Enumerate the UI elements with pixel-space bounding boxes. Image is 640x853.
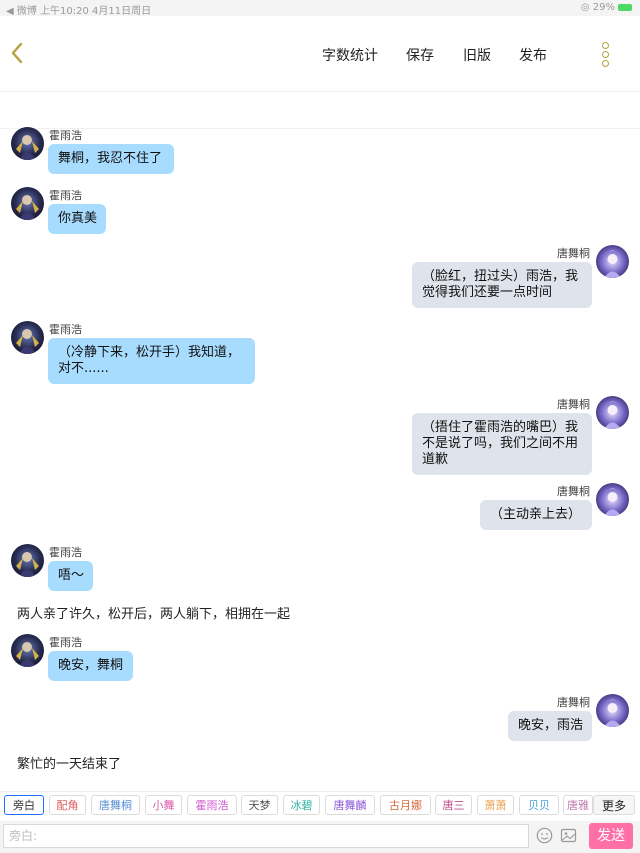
chat-bubble[interactable]: 晚安，雨浩: [508, 711, 592, 741]
chat-bubble[interactable]: 舞桐，我忍不住了: [48, 144, 174, 174]
publish-button[interactable]: 发布: [519, 45, 547, 65]
role-chip[interactable]: 唐三: [435, 795, 472, 815]
word-count-button[interactable]: 字数统计: [322, 45, 378, 65]
status-bar: ◀ 微博 上午10:20 4月11日周日 ◎ 29%: [0, 0, 640, 17]
status-right-text: ◎ 29%: [580, 2, 615, 13]
status-right: ◎ 29%: [581, 2, 632, 13]
sender-name: 霍雨浩: [49, 189, 82, 202]
sender-name: 唐舞桐: [557, 398, 590, 411]
save-button[interactable]: 保存: [406, 45, 434, 65]
avatar-huo-yuhao[interactable]: [11, 127, 44, 160]
bubble-line: （主动亲上去）: [490, 507, 582, 522]
sender-name: 霍雨浩: [49, 636, 82, 649]
more-roles-button[interactable]: 更多: [593, 795, 635, 815]
battery-icon: [618, 3, 632, 11]
sender-name: 霍雨浩: [49, 129, 82, 142]
role-chip[interactable]: 萧萧: [477, 795, 514, 815]
avatar-huo-yuhao[interactable]: [11, 544, 44, 577]
back-chevron-icon[interactable]: [6, 38, 30, 68]
chat-bubble[interactable]: （主动亲上去）: [480, 500, 592, 530]
bubble-line: 对不......: [58, 361, 109, 376]
narration-text: 繁忙的一天结束了: [17, 757, 122, 772]
avatar-tang-wutong[interactable]: [596, 694, 629, 727]
old-version-button[interactable]: 旧版: [463, 45, 491, 65]
role-chip[interactable]: 唐舞桐: [91, 795, 140, 815]
bubble-line: （冷静下来，松开手）我知道，: [58, 345, 241, 360]
avatar-huo-yuhao[interactable]: [11, 187, 44, 220]
narration-text: 两人亲了许久，松开后，两人躺下，相拥在一起: [17, 607, 291, 622]
chat-bubble[interactable]: （捂住了霍雨浩的嘴巴）我 不是说了吗，我们之间不用 道歉: [412, 413, 592, 475]
bubble-line: 晚安，舞桐: [58, 658, 124, 673]
sender-name: 唐舞桐: [557, 485, 590, 498]
avatar-tang-wutong[interactable]: [596, 245, 629, 278]
role-chip-bar: 旁白 配角 唐舞桐 小舞 霍雨浩 天梦 冰碧 唐舞麟 古月娜 唐三 萧萧 贝贝 唐雅 更多: [0, 791, 640, 822]
bubble-line: 晚安，雨浩: [518, 718, 584, 733]
role-chip[interactable]: 唐舞麟: [325, 795, 375, 815]
role-chip[interactable]: 唐雅: [563, 795, 593, 815]
chat-bubble[interactable]: 你真美: [48, 204, 106, 234]
message-input[interactable]: [3, 824, 529, 848]
input-bar: 发送: [0, 821, 640, 853]
sender-name: 唐舞桐: [557, 696, 590, 709]
image-icon[interactable]: [560, 827, 577, 844]
top-bar: 字数统计 保存 旧版 发布: [0, 16, 640, 92]
more-menu-icon[interactable]: [600, 42, 612, 68]
bubble-line: 觉得我们还要一点时间: [422, 285, 553, 300]
bubble-line: （脸红，扭过头）雨浩，我: [422, 269, 579, 284]
role-chip[interactable]: 天梦: [241, 795, 278, 815]
bubble-line: 你真美: [58, 211, 98, 226]
bubble-line: 道歉: [422, 452, 449, 467]
sender-name: 霍雨浩: [49, 323, 82, 336]
role-chip[interactable]: 古月娜: [380, 795, 431, 815]
chat-bubble[interactable]: （脸红，扭过头）雨浩，我 觉得我们还要一点时间: [412, 262, 592, 308]
send-button[interactable]: 发送: [589, 823, 633, 849]
bubble-line: （捂住了霍雨浩的嘴巴）我: [422, 420, 579, 435]
status-left: ◀ 微博 上午10:20 4月11日周日: [6, 6, 152, 17]
sender-name: 霍雨浩: [49, 546, 82, 559]
avatar-huo-yuhao[interactable]: [11, 634, 44, 667]
role-chip[interactable]: 冰碧: [283, 795, 320, 815]
avatar-tang-wutong[interactable]: [596, 483, 629, 516]
role-chip[interactable]: 配角: [49, 795, 86, 815]
bubble-line: 唔～: [58, 568, 85, 583]
chat-bubble[interactable]: 晚安，舞桐: [48, 651, 133, 681]
bubble-line: 不是说了吗，我们之间不用: [422, 436, 579, 451]
role-chip[interactable]: 贝贝: [519, 795, 559, 815]
role-chip[interactable]: 小舞: [145, 795, 182, 815]
bubble-line: 舞桐，我忍不住了: [58, 151, 163, 166]
avatar-tang-wutong[interactable]: [596, 396, 629, 429]
avatar-huo-yuhao[interactable]: [11, 321, 44, 354]
chat-bubble[interactable]: （冷静下来，松开手）我知道， 对不......: [48, 338, 255, 384]
emoji-icon[interactable]: [536, 827, 553, 844]
chat-bubble[interactable]: 唔～: [48, 561, 93, 591]
role-chip[interactable]: 霍雨浩: [187, 795, 237, 815]
toolbar-divider: [0, 128, 640, 129]
sender-name: 唐舞桐: [557, 247, 590, 260]
role-chip[interactable]: 旁白: [4, 795, 44, 815]
